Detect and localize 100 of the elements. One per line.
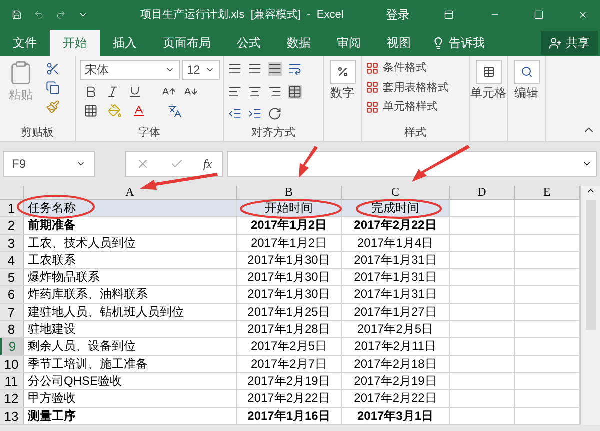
window-title: 项目生产运行计划.xls [兼容模式] - Excel [140, 8, 344, 23]
copy-icon[interactable] [46, 81, 60, 95]
name-box[interactable]: F9 [3, 151, 95, 177]
align-left-icon[interactable] [228, 84, 242, 99]
styles-menu-button[interactable]: 单元格样式 [366, 99, 449, 116]
table-cell: 前期准备 [24, 217, 237, 234]
align-right-icon[interactable] [268, 84, 282, 99]
align-middle-icon[interactable] [248, 62, 262, 76]
table-cell: 2017年2月19日 [342, 372, 450, 390]
tell-me-button[interactable]: 告诉我 [424, 30, 493, 56]
save-icon[interactable] [12, 8, 22, 22]
row-header[interactable]: 5 [0, 269, 24, 286]
table-cell: 2017年1月2日 [237, 217, 342, 234]
arrow [412, 145, 470, 182]
editing-button[interactable]: 编辑 [512, 60, 541, 141]
row-header[interactable]: 1 [0, 200, 24, 216]
ribbon-tab[interactable]: 公式 [224, 30, 274, 56]
group-label: 对齐方式 [250, 126, 296, 141]
align-center-icon[interactable] [248, 84, 262, 99]
ribbon-tab[interactable]: 审阅 [324, 30, 374, 56]
table-cell: 测量工序 [24, 408, 237, 424]
table-cell: 分公司QHSE验收 [24, 372, 237, 390]
lightbulb-icon [432, 36, 445, 50]
column-header[interactable]: D [450, 186, 515, 199]
table-cell: 2017年2月22日 [237, 390, 342, 407]
share-button[interactable]: 共享 [541, 31, 598, 55]
wrap-text-icon[interactable] [288, 62, 302, 76]
table-cell: 2017年2月22日 [342, 390, 450, 407]
group-label: 样式 [404, 126, 428, 141]
row-header[interactable]: 3 [0, 234, 24, 251]
italic-icon[interactable] [106, 85, 120, 99]
column-header[interactable]: C [342, 186, 450, 199]
table-cell: 2017年2月5日 [342, 321, 450, 338]
underline-icon[interactable] [128, 85, 142, 99]
ribbon-tab[interactable]: 页面布局 [150, 30, 224, 56]
maximize-icon[interactable] [534, 8, 544, 22]
row-header[interactable]: 6 [0, 286, 24, 303]
group-label: 剪贴板 [20, 126, 55, 141]
table-cell: 2017年1月30日 [237, 252, 342, 268]
signin-link[interactable]: 登录 [386, 6, 410, 24]
row-header[interactable]: 9 [0, 338, 24, 355]
font-name-field[interactable]: 宋体 [80, 60, 180, 80]
table-cell: 2017年1月30日 [237, 286, 342, 303]
orientation-icon[interactable] [268, 107, 282, 122]
table-cell: 2017年1月16日 [237, 408, 342, 424]
percent-icon [336, 66, 348, 78]
ribbon-tab[interactable]: 开始 [50, 30, 100, 56]
table-cell: 2017年1月4日 [342, 234, 450, 251]
merge-cells-icon[interactable] [288, 84, 302, 99]
table-cell: 2017年2月5日 [237, 338, 342, 355]
row-header[interactable]: 4 [0, 252, 24, 268]
table-cell: 2017年1月31日 [342, 252, 450, 268]
ribbon-tab[interactable]: 文件 [0, 30, 50, 56]
table-cell: 2017年1月2日 [237, 234, 342, 251]
table-cell: 2017年3月1日 [342, 408, 450, 424]
column-header[interactable]: B [237, 186, 342, 199]
fill-color-icon[interactable] [108, 104, 122, 118]
font-size-field[interactable]: 12 [182, 60, 220, 80]
row-header[interactable]: 11 [0, 372, 24, 390]
table-cell: 2017年2月22日 [342, 217, 450, 234]
table-cell: 工农、技术人员到位 [24, 234, 237, 251]
row-header[interactable]: 2 [0, 217, 24, 234]
table-cell: 2017年1月31日 [342, 286, 450, 303]
insert-function-button[interactable]: fx [203, 155, 212, 173]
row-header[interactable]: 10 [0, 356, 24, 372]
row-header[interactable]: 7 [0, 304, 24, 320]
table-cell: 2017年2月19日 [237, 372, 342, 390]
number-format-button[interactable]: 数字 [328, 60, 357, 141]
table-cell: 2017年1月25日 [237, 304, 342, 320]
ribbon-display-icon[interactable] [444, 8, 454, 22]
borders-icon[interactable] [84, 104, 98, 118]
table-cell: 2017年2月7日 [237, 356, 342, 372]
increase-indent-icon[interactable] [248, 107, 262, 122]
phonetic-icon[interactable] [168, 104, 182, 118]
row-header[interactable]: 12 [0, 390, 24, 407]
row-header[interactable]: 8 [0, 321, 24, 338]
bold-icon[interactable] [84, 85, 98, 99]
table-cell: 2017年1月28日 [237, 321, 342, 338]
format-painter-icon[interactable] [46, 100, 60, 114]
ribbon-tab[interactable]: 视图 [374, 30, 424, 56]
vertical-scrollbar[interactable] [580, 186, 600, 425]
align-top-icon[interactable] [228, 62, 242, 76]
font-color-icon[interactable] [132, 104, 146, 118]
formula-input[interactable] [227, 151, 597, 177]
table-cell: 驻地建设 [24, 321, 237, 338]
table-cell: 2017年1月31日 [342, 269, 450, 286]
arrow [299, 146, 318, 178]
align-bottom-icon[interactable] [268, 62, 282, 76]
user-add-icon [549, 36, 562, 50]
cut-icon[interactable] [46, 62, 60, 76]
row-header[interactable]: 13 [0, 408, 24, 424]
table-style-icon [366, 62, 379, 75]
styles-menu-button[interactable]: 套用表格格式 [366, 80, 449, 96]
ribbon-tab[interactable]: 插入 [100, 30, 150, 56]
styles-menu-button[interactable]: 条件格式 [366, 60, 449, 76]
cells-icon [482, 66, 494, 78]
table-cell: 2017年2月18日 [342, 356, 450, 372]
ribbon-tab[interactable]: 数据 [274, 30, 324, 56]
table-cell: 剩余人员、设备到位 [24, 338, 237, 355]
decrease-indent-icon[interactable] [228, 107, 242, 122]
